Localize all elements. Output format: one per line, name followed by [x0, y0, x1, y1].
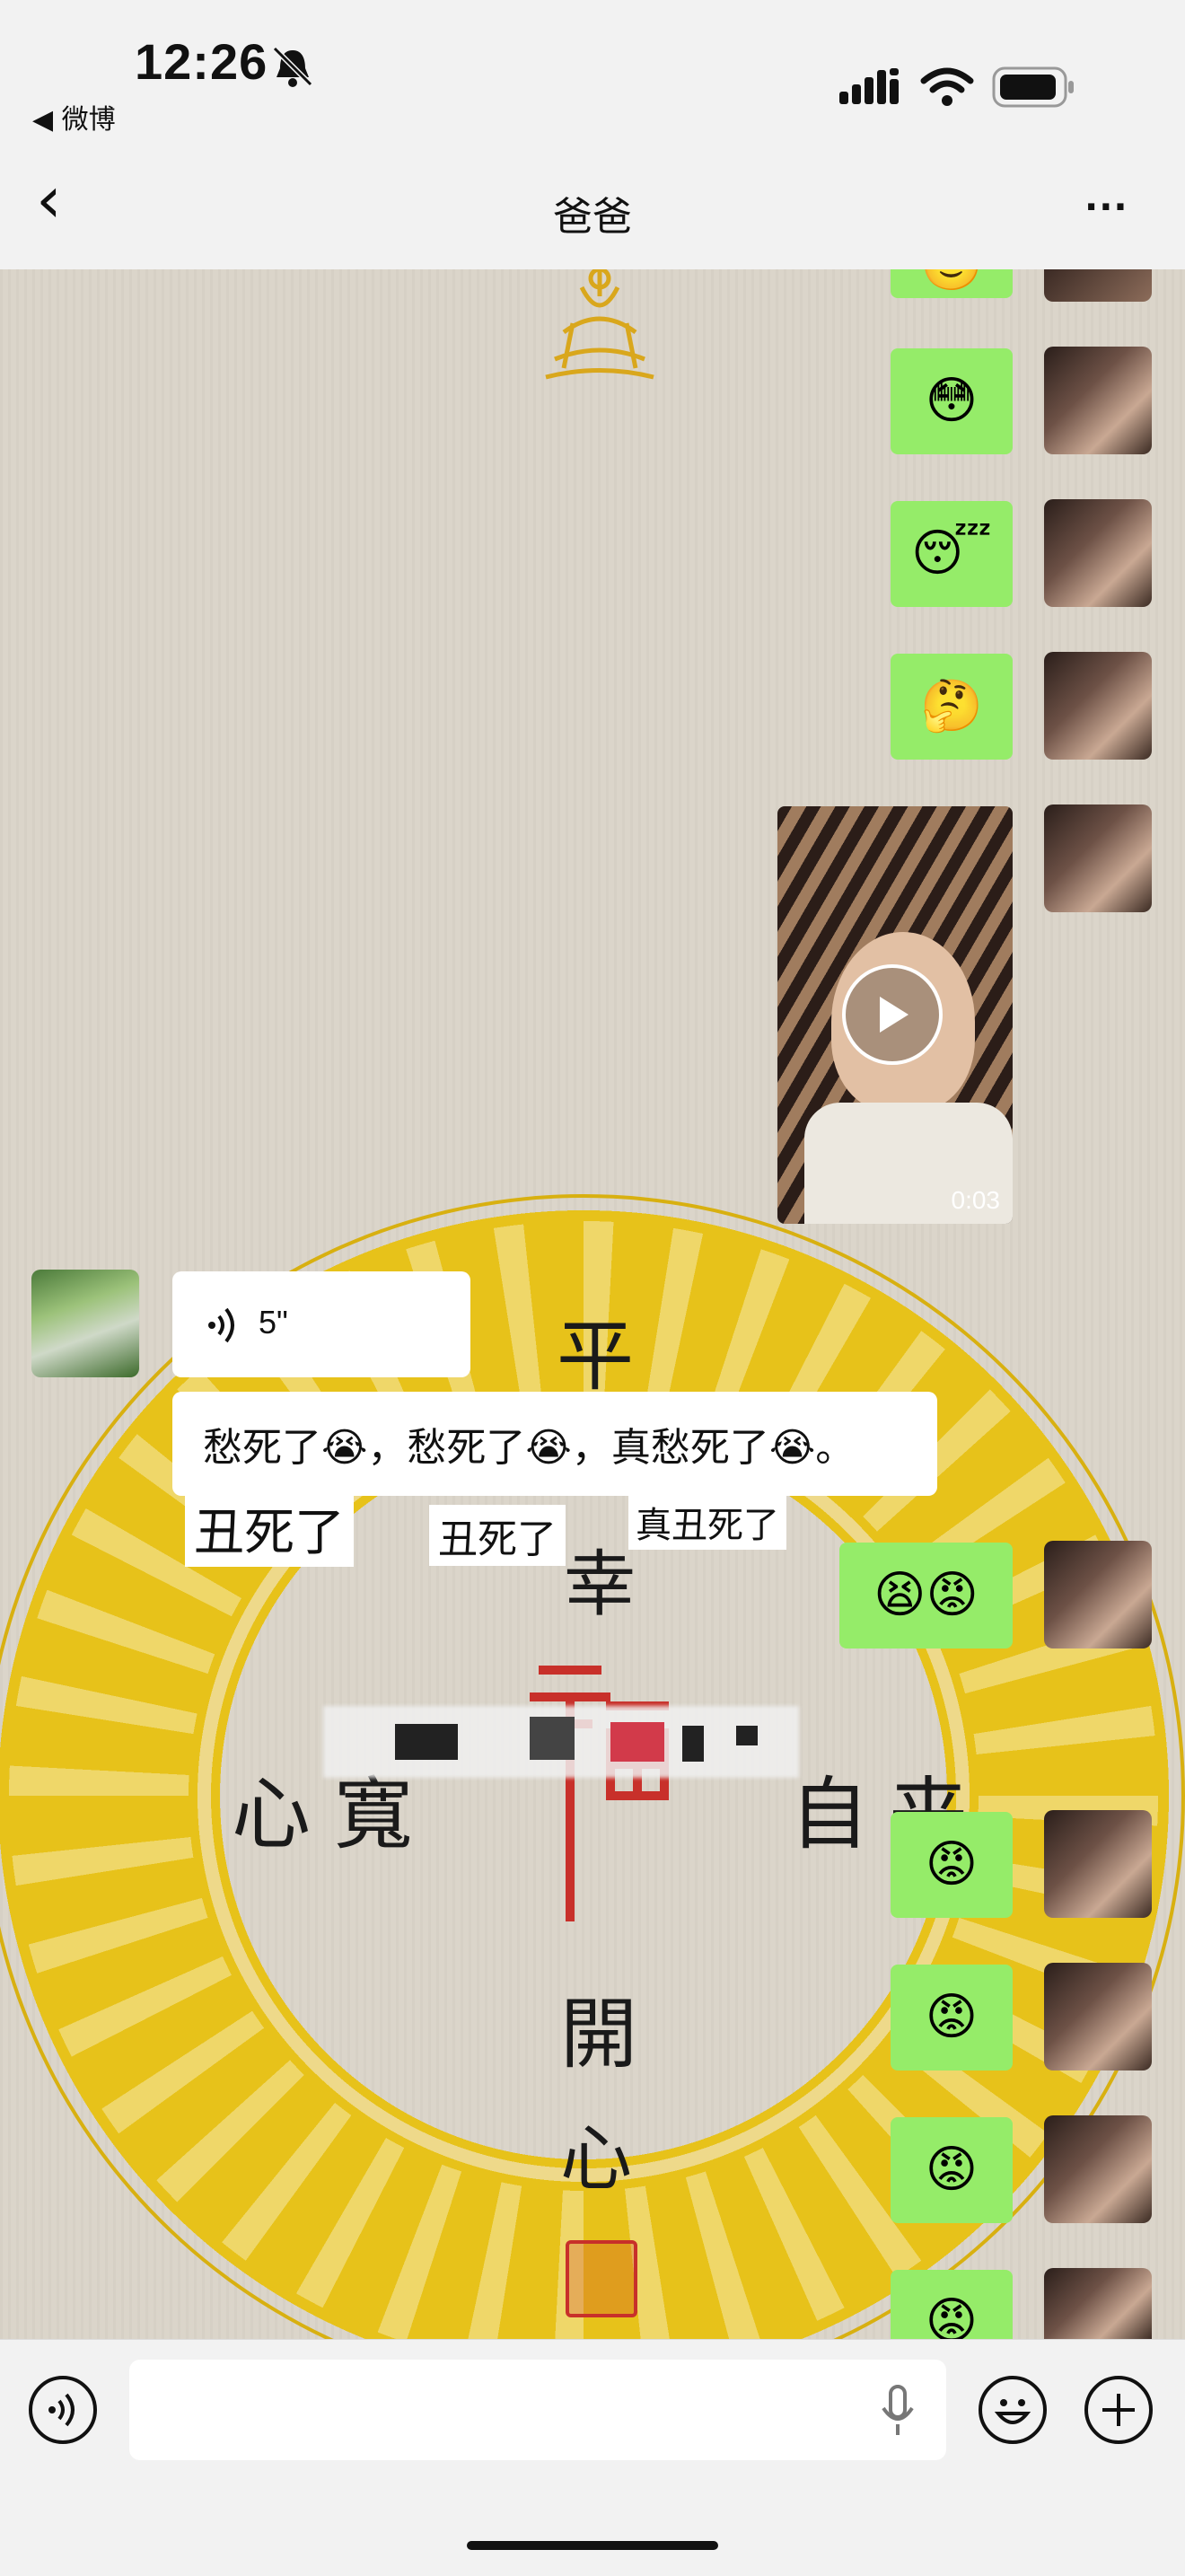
emoji: 😴 — [911, 524, 992, 583]
sticker-caption[interactable]: 丑死了 — [429, 1505, 566, 1566]
my-avatar[interactable] — [1044, 347, 1152, 454]
seal-stamp — [566, 2240, 637, 2317]
chat-title: 爸爸 — [553, 194, 632, 240]
plus-icon — [1102, 2394, 1135, 2426]
chat-area[interactable]: 平 幸 心 寬 自 来 開 心 🙂 😳 😴 🤔 — [0, 269, 1185, 2339]
calligraphy-char: 幸 — [564, 1543, 636, 1626]
home-indicator — [467, 2541, 718, 2550]
message-bubble-sent[interactable]: 🙂 — [891, 269, 1013, 298]
blurred-block — [610, 1722, 664, 1762]
message-input[interactable] — [129, 2360, 946, 2460]
voice-icon — [48, 2393, 75, 2427]
emoji: 😡 — [925, 2292, 979, 2340]
buddha-figure-icon — [545, 269, 654, 380]
dad-avatar[interactable] — [31, 1270, 139, 1377]
smiley-icon — [994, 2399, 1031, 2424]
message-bubble-sent[interactable]: 😴 — [891, 501, 1013, 607]
message-bubble-sent[interactable]: 😡 — [891, 1812, 1013, 1918]
signal-icon — [839, 68, 899, 104]
wifi-icon — [920, 67, 974, 106]
play-button[interactable] — [842, 964, 943, 1065]
calligraphy-char: 開 — [560, 1990, 637, 2079]
my-avatar[interactable] — [1044, 804, 1152, 912]
blurred-block — [395, 1724, 458, 1760]
fu-character-icon — [530, 1666, 669, 1921]
blurred-block — [530, 1717, 575, 1760]
voice-input-button[interactable] — [29, 2376, 97, 2444]
bell-muted-icon — [272, 46, 313, 87]
play-icon — [880, 997, 908, 1033]
emoji: 😫😡 — [873, 1566, 979, 1624]
voice-duration: 5" — [259, 1304, 288, 1341]
calligraphy-char: 自 — [790, 1768, 870, 1860]
emoji: 😡 — [925, 2141, 979, 2199]
calligraphy-char: 心 — [232, 1768, 312, 1860]
calligraphy-char: 平 — [557, 1312, 634, 1402]
emoji-button[interactable] — [979, 2376, 1047, 2444]
voice-message[interactable]: 5" — [172, 1271, 470, 1377]
status-time: 12:26 — [135, 33, 268, 90]
blurred-block — [682, 1726, 704, 1762]
sticker-caption[interactable]: 丑死了 — [185, 1490, 354, 1567]
my-avatar[interactable] — [1044, 2268, 1152, 2339]
my-avatar[interactable] — [1044, 269, 1152, 302]
emoji: 😳 — [925, 372, 979, 430]
blurred-block — [736, 1726, 758, 1745]
message-bubble-sent[interactable]: 😡 — [891, 2117, 1013, 2223]
text-message[interactable]: 愁死了😭，愁死了😭，真愁死了😭。 — [172, 1392, 937, 1496]
more-options-button[interactable]: ··· — [1084, 187, 1128, 228]
message-bubble-sent[interactable]: 😡 — [891, 2270, 1013, 2339]
add-button[interactable] — [1084, 2376, 1153, 2444]
microphone-icon[interactable] — [880, 2385, 916, 2439]
voice-wave-icon — [208, 1307, 234, 1343]
message-bubble-sent[interactable]: 😡 — [891, 1965, 1013, 2070]
message-bubble-sent[interactable]: 😳 — [891, 348, 1013, 454]
emoji: 🤔 — [920, 677, 983, 735]
my-avatar[interactable] — [1044, 2115, 1152, 2223]
sticker-caption[interactable]: 真丑死了 — [628, 1494, 786, 1550]
my-avatar[interactable] — [1044, 652, 1152, 760]
my-avatar[interactable] — [1044, 1541, 1152, 1648]
my-avatar[interactable] — [1044, 499, 1152, 607]
message-bubble-sent[interactable]: 😫😡 — [839, 1543, 1013, 1648]
emoji: 😡 — [925, 1835, 979, 1894]
battery-icon — [992, 66, 1074, 108]
video-duration: 0:03 — [951, 1186, 1001, 1214]
my-avatar[interactable] — [1044, 1963, 1152, 2070]
video-message[interactable]: 0:03 — [777, 806, 1013, 1224]
my-avatar[interactable] — [1044, 1810, 1152, 1918]
emoji: 🙂 — [920, 269, 983, 291]
message-text: 愁死了😭，愁死了😭，真愁死了😭。 — [203, 1425, 856, 1471]
message-bubble-sent[interactable]: 🤔 — [891, 654, 1013, 760]
emoji: 😡 — [925, 1988, 979, 2046]
calligraphy-char: 心 — [560, 2117, 632, 2201]
back-to-app-link[interactable]: ◀ 微博 — [32, 97, 116, 136]
